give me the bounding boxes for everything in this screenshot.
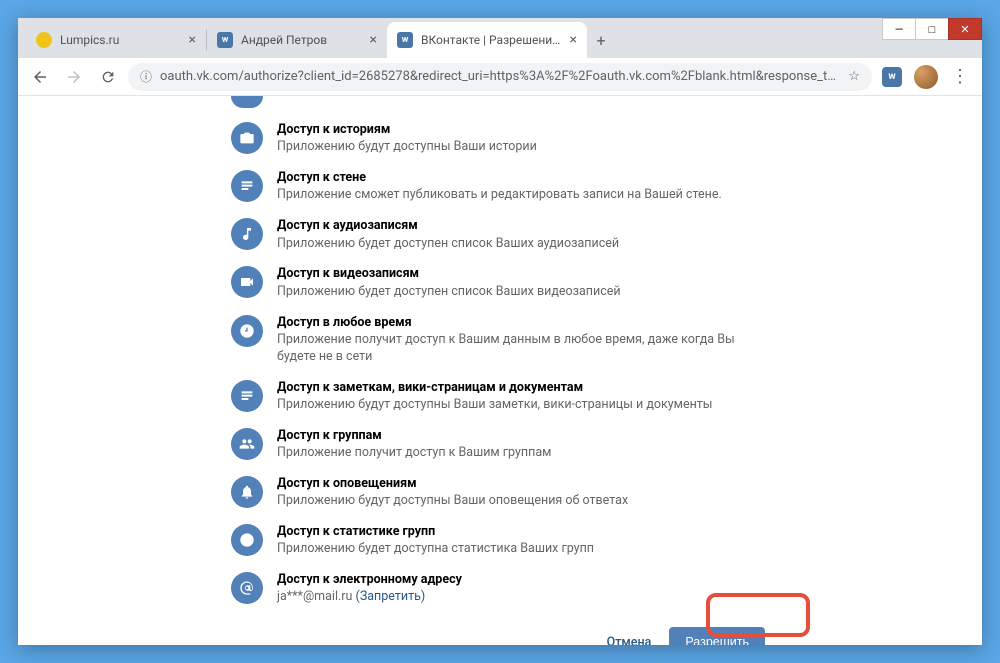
window-controls: — □ ✕: [883, 18, 982, 40]
permission-title: Доступ к электронному адресу: [277, 572, 769, 588]
groups-icon: [231, 428, 263, 460]
permissions-list: Доступ к историям Приложению будут досту…: [215, 104, 785, 613]
permission-desc: Приложению будет доступна статистика Ваш…: [277, 541, 769, 558]
permission-title: Доступ к историям: [277, 122, 769, 138]
browser-window: Lumpics.ru × w Андрей Петров × w ВКонтак…: [18, 18, 982, 645]
reload-button[interactable]: [94, 63, 122, 91]
permission-item: Доступ к стене Приложение сможет публико…: [231, 163, 769, 211]
permission-desc: Приложение получит доступ к Вашим данным…: [277, 332, 769, 366]
tab-vk-profile[interactable]: w Андрей Петров ×: [207, 22, 387, 58]
permission-item: Доступ к электронному адресу ja***@mail.…: [231, 565, 769, 613]
permission-icon-partial: [231, 96, 263, 108]
permission-desc: Приложение сможет публиковать и редактир…: [277, 187, 769, 204]
permission-desc: Приложению будет доступен список Ваших в…: [277, 284, 769, 301]
star-icon[interactable]: ☆: [848, 69, 860, 84]
permission-title: Доступ к оповещениям: [277, 476, 769, 492]
permission-item: Доступ к оповещениям Приложению будут до…: [231, 469, 769, 517]
permission-item: Доступ к историям Приложению будут досту…: [231, 115, 769, 163]
back-button[interactable]: [26, 63, 54, 91]
close-icon[interactable]: ×: [570, 32, 577, 48]
permission-item: [231, 104, 769, 115]
tab-strip: Lumpics.ru × w Андрей Петров × w ВКонтак…: [18, 22, 615, 58]
permission-title: Доступ в любое время: [277, 315, 769, 331]
permission-item: Доступ к статистике групп Приложению буд…: [231, 517, 769, 565]
permission-title: Доступ к заметкам, вики-страницам и доку…: [277, 380, 769, 396]
permission-desc: Приложению будут доступны Ваши заметки, …: [277, 397, 769, 414]
permissions-card: Доступ к историям Приложению будут досту…: [215, 96, 785, 645]
maximize-button[interactable]: □: [915, 18, 949, 40]
permission-desc: Приложению будут доступны Ваши оповещени…: [277, 493, 769, 510]
bell-icon: [231, 476, 263, 508]
address-bar[interactable]: ⓘ oauth.vk.com/authorize?client_id=26852…: [128, 63, 872, 91]
doc-icon: [231, 380, 263, 412]
tab-lumpics[interactable]: Lumpics.ru ×: [26, 22, 206, 58]
permission-item: Доступ в любое время Приложение получит …: [231, 308, 769, 373]
tab-title: Lumpics.ru: [60, 33, 183, 47]
email-icon: [231, 572, 263, 604]
info-icon: ⓘ: [140, 68, 152, 85]
allow-button[interactable]: Разрешить: [669, 627, 765, 645]
camera-icon: [231, 122, 263, 154]
clock-icon: [231, 315, 263, 347]
permission-desc: ja***@mail.ru (Запретить): [277, 589, 769, 606]
wall-icon: [231, 170, 263, 202]
tab-title: ВКонтакте | Разрешение доступ: [421, 33, 564, 47]
permission-title: Доступ к статистике групп: [277, 524, 769, 540]
favicon-vk: w: [397, 32, 413, 48]
close-icon[interactable]: ×: [189, 32, 196, 48]
permission-title: Доступ к видеозаписям: [277, 266, 769, 282]
audio-icon: [231, 218, 263, 250]
cancel-button[interactable]: Отмена: [607, 635, 652, 645]
toolbar: ⓘ oauth.vk.com/authorize?client_id=26852…: [18, 58, 982, 96]
page-content: Доступ к историям Приложению будут досту…: [18, 96, 982, 645]
permission-item: Доступ к аудиозаписям Приложению будет д…: [231, 211, 769, 259]
tab-vk-oauth[interactable]: w ВКонтакте | Разрешение доступ ×: [387, 22, 587, 58]
permission-title: Доступ к аудиозаписям: [277, 218, 769, 234]
minimize-button[interactable]: —: [882, 18, 916, 40]
permission-item: Доступ к видеозаписям Приложению будет д…: [231, 259, 769, 307]
menu-button[interactable]: ⋮: [946, 63, 974, 91]
permission-desc: Приложению будут доступны Ваши истории: [277, 139, 769, 156]
permission-title: Доступ к стене: [277, 170, 769, 186]
favicon-lumpics: [36, 32, 52, 48]
permission-title: Доступ к группам: [277, 428, 769, 444]
dialog-footer: Отмена Разрешить: [215, 613, 785, 645]
url-text: oauth.vk.com/authorize?client_id=2685278…: [160, 69, 840, 84]
close-button[interactable]: ✕: [948, 18, 982, 40]
close-icon[interactable]: ×: [370, 32, 377, 48]
stats-icon: [231, 524, 263, 556]
permission-desc: Приложение получит доступ к Вашим группа…: [277, 445, 769, 462]
email-masked: ja***@mail.ru: [277, 589, 352, 604]
video-icon: [231, 266, 263, 298]
titlebar: Lumpics.ru × w Андрей Петров × w ВКонтак…: [18, 18, 982, 58]
tab-title: Андрей Петров: [241, 33, 364, 47]
permission-item: Доступ к группам Приложение получит дост…: [231, 421, 769, 469]
favicon-vk: w: [217, 32, 233, 48]
vk-extension-icon[interactable]: w: [878, 63, 906, 91]
profile-avatar[interactable]: [912, 63, 940, 91]
deny-email-link[interactable]: (Запретить): [356, 589, 426, 604]
new-tab-button[interactable]: +: [587, 22, 615, 58]
permission-item: Доступ к заметкам, вики-страницам и доку…: [231, 373, 769, 421]
permission-desc: Приложению будет доступен список Ваших а…: [277, 236, 769, 253]
forward-button[interactable]: [60, 63, 88, 91]
